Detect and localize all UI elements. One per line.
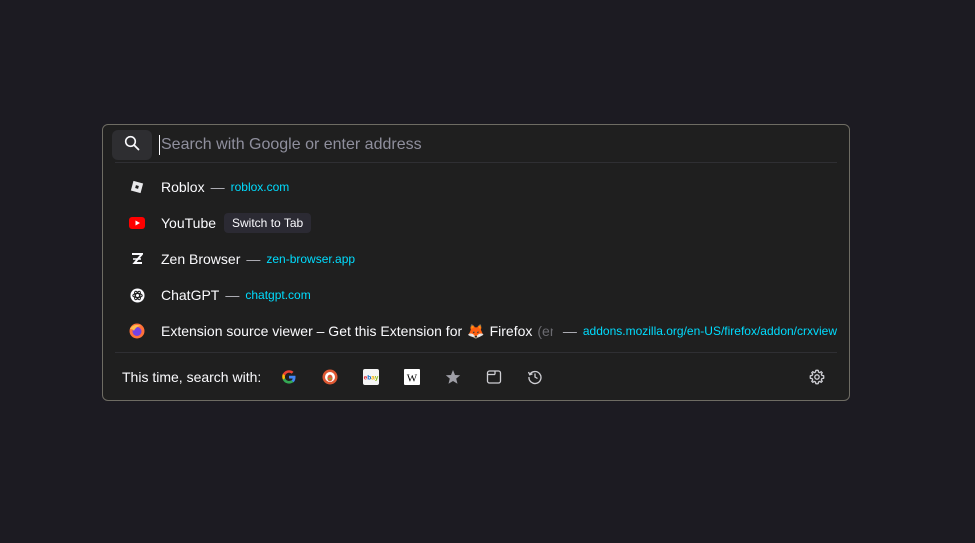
result-separator: — [246, 251, 261, 267]
zen-icon [129, 251, 145, 267]
result-title: YouTube [161, 215, 217, 231]
result-title: Roblox [161, 179, 205, 195]
bookmarks-star-icon[interactable] [439, 363, 467, 391]
url-input[interactable] [161, 136, 821, 154]
svg-text:W: W [407, 373, 418, 385]
svg-text:ebay: ebay [364, 375, 379, 382]
tabs-icon[interactable] [480, 363, 508, 391]
search-mode-button[interactable] [112, 130, 152, 160]
result-url: chatgpt.com [245, 288, 311, 302]
result-separator: — [225, 287, 240, 303]
roblox-icon [129, 179, 145, 195]
wikipedia-icon[interactable]: W [398, 363, 426, 391]
chatgpt-icon [129, 287, 145, 303]
google-icon[interactable] [275, 363, 303, 391]
result-title: ChatGPT [161, 287, 220, 303]
result-title-rest: Firefox [489, 323, 533, 339]
divider [115, 352, 837, 353]
urlbar-input-row [159, 130, 829, 160]
text-caret [159, 135, 160, 155]
search-icon [124, 135, 140, 156]
urlbar-popup: Roblox — roblox.com YouTube Switch to Ta… [102, 124, 850, 401]
result-url: zen-browser.app [266, 252, 356, 266]
result-title-wrap: Extension source viewer – Get this Exten… [161, 323, 553, 340]
result-row-zen-browser[interactable]: Zen Browser — zen-browser.app [115, 241, 837, 277]
youtube-icon [129, 215, 145, 231]
result-title-fade: (en [537, 323, 552, 339]
result-row-extension-source-viewer[interactable]: Extension source viewer – Get this Exten… [115, 313, 837, 349]
result-row-roblox[interactable]: Roblox — roblox.com [115, 169, 837, 205]
firefox-icon [129, 323, 145, 339]
fox-emoji: 🦊 [467, 322, 485, 339]
result-title: Extension source viewer – Get this Exten… [161, 323, 463, 339]
result-title: Zen Browser [161, 251, 241, 267]
history-icon[interactable] [521, 363, 549, 391]
result-separator: — [210, 179, 225, 195]
gear-icon[interactable] [803, 363, 831, 391]
result-url: addons.mozilla.org/en-US/firefox/addon/c… [582, 324, 837, 338]
result-separator: — [562, 323, 577, 339]
divider [115, 162, 837, 163]
search-shortcuts-footer: This time, search with: ebay W [122, 363, 831, 391]
ebay-icon[interactable]: ebay [357, 363, 385, 391]
search-with-label: This time, search with: [122, 369, 262, 385]
results-list: Roblox — roblox.com YouTube Switch to Ta… [115, 169, 837, 349]
switch-to-tab-badge[interactable]: Switch to Tab [224, 213, 312, 233]
duckduckgo-icon[interactable] [316, 363, 344, 391]
result-row-youtube[interactable]: YouTube Switch to Tab [115, 205, 837, 241]
result-row-chatgpt[interactable]: ChatGPT — chatgpt.com [115, 277, 837, 313]
result-url: roblox.com [230, 180, 290, 194]
